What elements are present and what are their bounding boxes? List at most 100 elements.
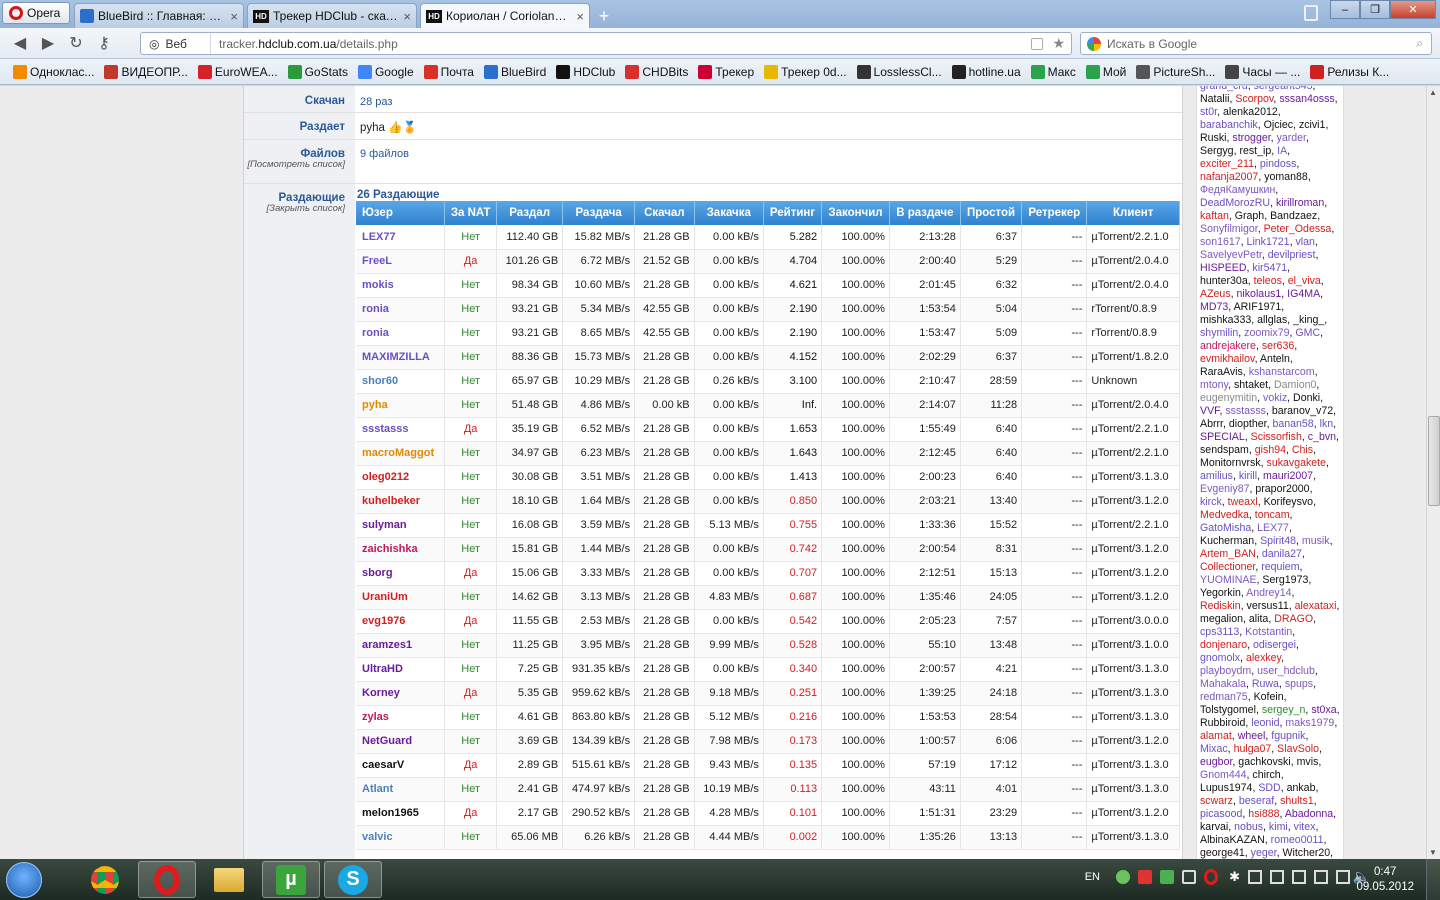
reload-button[interactable]: ↻ — [62, 31, 90, 55]
online-user-link[interactable]: danila27 — [1262, 548, 1302, 560]
monitor-tray-icon[interactable] — [1314, 870, 1328, 884]
scrollbar-thumb[interactable] — [1428, 416, 1440, 506]
online-user-link[interactable]: st0r — [1200, 106, 1217, 118]
online-user-link[interactable]: Ojciec — [1264, 119, 1293, 131]
language-indicator[interactable]: EN — [1085, 871, 1100, 883]
online-user-link[interactable]: user_hdclub — [1257, 665, 1315, 677]
network-status-icon[interactable] — [1116, 870, 1130, 884]
online-user-link[interactable]: c_bvn — [1308, 431, 1336, 443]
online-user-link[interactable]: kimi — [1269, 821, 1288, 833]
online-user-link[interactable]: exciter_211 — [1200, 158, 1254, 170]
close-window-button[interactable]: ✕ — [1390, 0, 1436, 19]
bookmark-item[interactable]: LosslessCl... — [852, 64, 947, 79]
online-user-link[interactable]: devilpriest — [1268, 249, 1316, 261]
online-user-link[interactable]: HISPEED — [1200, 262, 1247, 274]
scroll-down-icon[interactable]: ▼ — [1429, 848, 1437, 857]
online-user-link[interactable]: el_viva — [1288, 275, 1321, 287]
tab-bluebird[interactable]: BlueBird :: Главная: ск... × — [74, 3, 244, 28]
online-user-link[interactable]: kirillroman — [1276, 197, 1324, 209]
column-header[interactable]: Раздача — [562, 201, 636, 225]
column-header[interactable]: Ретрекер — [1021, 201, 1088, 225]
search-field[interactable]: Искать в Google ⌕ — [1080, 32, 1432, 55]
online-user-link[interactable]: cps3113 — [1200, 626, 1239, 638]
online-user-link[interactable]: st0xa — [1311, 704, 1336, 716]
opera-menu-button[interactable]: Opera — [2, 2, 70, 24]
online-user-link[interactable]: alenka2012 — [1223, 106, 1278, 118]
online-user-link[interactable]: DeadMorozRU — [1200, 197, 1270, 209]
online-user-link[interactable]: nafanja2007 — [1200, 171, 1258, 183]
online-user-link[interactable]: mtony — [1200, 379, 1228, 391]
online-user-link[interactable]: eugbor — [1200, 756, 1232, 768]
peer-user[interactable]: shor60 — [356, 369, 446, 394]
online-user-link[interactable]: sssan4osss — [1279, 93, 1334, 105]
online-user-link[interactable]: pindoss — [1260, 158, 1297, 170]
online-user-link[interactable]: Ruwa — [1252, 678, 1279, 690]
online-user-link[interactable]: ankab — [1287, 782, 1316, 794]
online-user-link[interactable]: teleos — [1254, 275, 1282, 287]
chrome-taskbar-icon[interactable] — [76, 861, 134, 898]
bookmark-item[interactable]: Почта — [419, 64, 479, 79]
online-user-link[interactable]: LEX77 — [1257, 522, 1289, 534]
peer-user[interactable]: oleg0212 — [356, 465, 446, 490]
online-user-link[interactable]: gachkovski — [1238, 756, 1290, 768]
trash-icon[interactable] — [1304, 5, 1318, 21]
column-header[interactable]: Закачка — [694, 201, 764, 225]
clock[interactable]: 0:47 09.05.2012 — [1356, 865, 1414, 895]
bookmark-item[interactable]: Однoклас... — [8, 64, 99, 79]
online-user-link[interactable]: strogger — [1232, 132, 1270, 144]
bookmark-item[interactable]: hotline.ua — [947, 64, 1026, 79]
online-user-link[interactable]: Abadonna — [1285, 808, 1333, 820]
peer-user[interactable]: ronia — [356, 321, 446, 346]
online-user-link[interactable]: sendspam — [1200, 444, 1249, 456]
online-user-link[interactable]: barabanchik — [1200, 119, 1258, 131]
peer-user[interactable]: ronia — [356, 297, 446, 322]
online-user-link[interactable]: diopther — [1229, 418, 1267, 430]
tab-close-icon[interactable]: × — [403, 9, 411, 24]
bookmark-item[interactable]: Трекер 0d... — [759, 64, 851, 79]
online-user-link[interactable]: mvis — [1297, 756, 1319, 768]
bookmark-item[interactable]: ВИДЕОПР... — [99, 64, 192, 79]
online-user-link[interactable]: Evgeniy87 — [1200, 483, 1249, 495]
peer-user[interactable]: Korney — [356, 681, 446, 706]
vertical-scrollbar[interactable]: ▲ ▼ — [1426, 86, 1440, 859]
online-user-link[interactable]: Scorpov — [1235, 93, 1273, 105]
peer-user[interactable]: sborg — [356, 561, 446, 586]
online-user-link[interactable]: redman75 — [1200, 691, 1248, 703]
online-user-link[interactable]: Serg1973 — [1262, 574, 1308, 586]
online-user-link[interactable]: odisergei — [1253, 639, 1296, 651]
online-user-link[interactable]: lkn — [1320, 418, 1334, 430]
peer-user[interactable]: NetGuard — [356, 729, 446, 754]
column-header[interactable]: Юзер — [356, 201, 446, 225]
online-user-link[interactable]: shtaket — [1234, 379, 1268, 391]
peer-user[interactable]: UraniUm — [356, 585, 446, 610]
online-user-link[interactable]: gnomolx — [1200, 652, 1240, 664]
online-user-link[interactable]: Scissorfish — [1251, 431, 1302, 443]
column-header[interactable]: Закончил — [821, 201, 890, 225]
opera-taskbar-icon[interactable] — [138, 861, 196, 898]
display-tray-icon[interactable] — [1182, 870, 1196, 884]
online-user-link[interactable]: nikolaus1 — [1237, 288, 1282, 300]
clipboard-tray-icon[interactable] — [1292, 870, 1306, 884]
online-user-link[interactable]: vlan — [1295, 236, 1314, 248]
online-user-link[interactable]: Collectioner — [1200, 561, 1255, 573]
back-button[interactable]: ◀ — [6, 31, 34, 55]
column-header[interactable]: Клиент — [1086, 201, 1180, 225]
online-user-link[interactable]: hulga07 — [1234, 743, 1272, 755]
online-user-link[interactable]: DRAGO — [1274, 613, 1313, 625]
online-user-link[interactable]: maks1979 — [1285, 717, 1334, 729]
show-files-link[interactable]: [Посмотреть список] — [244, 160, 345, 170]
bookmark-item[interactable]: EuroWEA... — [193, 64, 283, 79]
online-user-link[interactable]: spups — [1285, 678, 1313, 690]
online-user-link[interactable]: Anteln — [1260, 353, 1290, 365]
online-user-link[interactable]: musik — [1302, 535, 1330, 547]
maximize-button[interactable]: ❐ — [1360, 0, 1390, 19]
explorer-taskbar-icon[interactable] — [200, 861, 258, 898]
show-desktop-button[interactable] — [1426, 859, 1440, 900]
online-user-link[interactable]: AZeus — [1200, 288, 1231, 300]
peer-user[interactable]: MAXIMZILLA — [356, 345, 446, 370]
bookmark-item[interactable]: PictureSh... — [1131, 64, 1220, 79]
online-user-link[interactable]: kshanstarcom — [1249, 366, 1315, 378]
online-user-link[interactable]: SlavSolo — [1277, 743, 1319, 755]
online-user-link[interactable]: vitex — [1294, 821, 1316, 833]
online-user-link[interactable]: Donki — [1293, 392, 1320, 404]
